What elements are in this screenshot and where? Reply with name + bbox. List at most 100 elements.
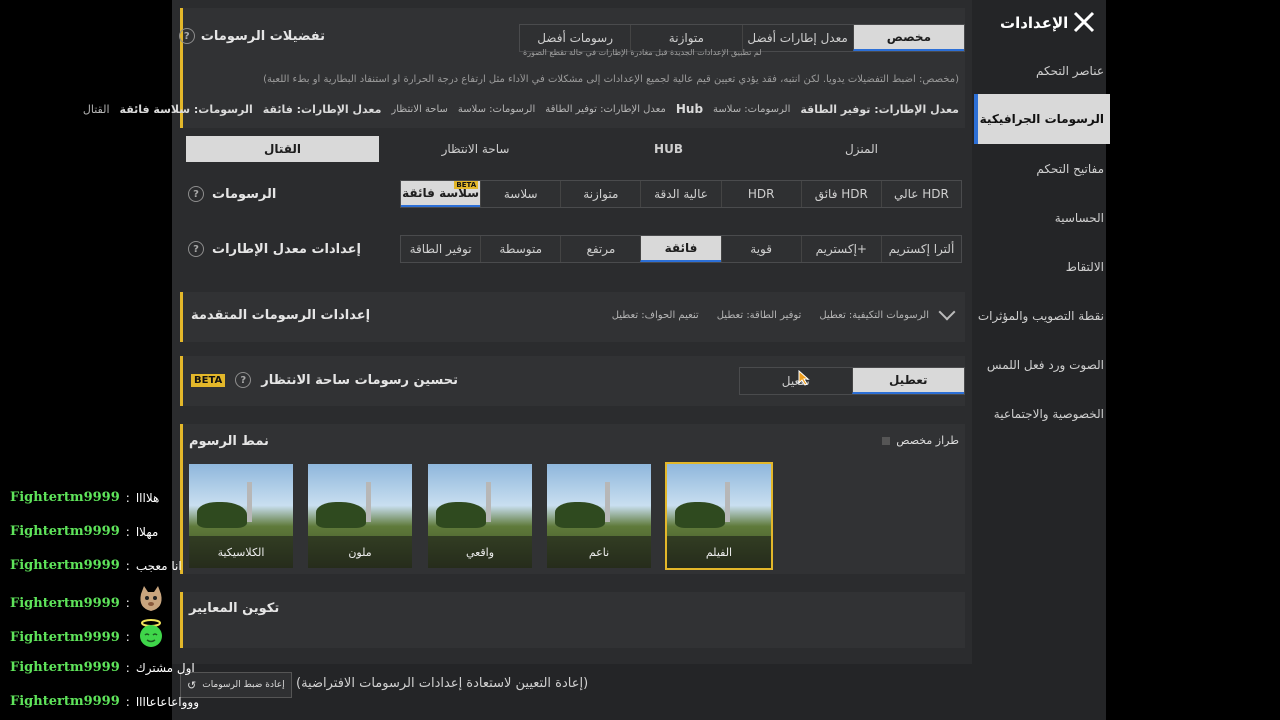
option-hd[interactable]: عالية الدقة <box>640 181 720 207</box>
option-ultra-extreme[interactable]: ألترا إكستريم <box>880 236 961 262</box>
title-text: تفضيلات الرسومات <box>200 28 325 44</box>
style-colorful[interactable]: ملون <box>308 464 412 568</box>
style-caption: ملون <box>308 536 412 568</box>
graphics-style-label: نمط الرسوم <box>189 434 269 449</box>
chat-text: ووواعاعاعاااا <box>135 694 199 709</box>
option-super[interactable]: فائقة <box>640 236 721 262</box>
lobby-enhance-label: BETA ? تحسين رسومات ساحة الانتظار <box>191 372 458 388</box>
preset-summary: معدل الإطارات: توفير الطاقة الرسومات: سل… <box>83 102 959 116</box>
tree-shape <box>197 502 247 528</box>
close-icon[interactable] <box>1072 10 1096 34</box>
style-soft[interactable]: ناعم <box>547 464 651 568</box>
footer-bar: ↺ إعادة ضبط الرسومات (إعادة التعيين لاست… <box>172 664 972 720</box>
option-hdr[interactable]: HDR <box>720 181 801 207</box>
option-medium[interactable]: متوسطة <box>480 236 560 262</box>
option-power-saving[interactable]: توفير الطاقة <box>401 236 480 262</box>
option-enable[interactable]: تفعيل <box>740 368 852 394</box>
option-balanced[interactable]: متوازنة <box>560 181 640 207</box>
chat-message: Fightertm9999: <box>10 619 166 648</box>
reset-icon: ↺ <box>187 678 197 692</box>
lobby-enhance-options: تعطيل تفعيل <box>739 367 965 395</box>
graphics-style-card: نمط الرسوم طراز مخصص الفيلم ناعم واقعي م… <box>180 424 965 574</box>
summary-lobby-fps: معدل الإطارات: فائقة <box>262 102 382 116</box>
reset-hint: (إعادة التعيين لاستعادة إعدادات الرسومات… <box>296 676 589 691</box>
option-smooth[interactable]: سلاسة <box>480 181 560 207</box>
option-hdr-high[interactable]: عالي HDR <box>880 181 961 207</box>
summary-hub-gfx: الرسومات: سلاسة <box>457 103 536 115</box>
chat-username: Fightertm9999 <box>10 694 120 709</box>
chat-message: Fightertm9999: هلاااا <box>10 490 159 505</box>
option-disable[interactable]: تعطيل <box>851 368 964 394</box>
tab-custom[interactable]: مخصص <box>852 25 964 51</box>
reset-button-label: إعادة ضبط الرسومات <box>202 680 285 690</box>
tab-lobby[interactable]: ساحة الانتظار <box>379 136 572 162</box>
chat-message: Fightertm9999: انا معجب <box>10 558 182 573</box>
fps-label-text: إعدادات معدل الإطارات <box>212 241 361 257</box>
chat-separator: : <box>125 630 130 644</box>
custom-style-label: طراز مخصص <box>896 434 959 447</box>
sidebar-item-control-keys[interactable]: مفاتيح التحكم <box>1036 162 1104 176</box>
graphics-settings-panel: تفضيلات الرسومات ? مخصص معدل إطارات أفضل… <box>83 0 972 720</box>
advanced-aa: تنعيم الحواف: تعطيل <box>611 310 699 321</box>
option-extreme-plus[interactable]: إكستريم+ <box>800 236 881 262</box>
summary-combat-gfx: الرسومات: سلاسة <box>713 103 791 115</box>
chat-username: Fightertm9999 <box>10 490 120 505</box>
advanced-summary: الرسومات التكيفية: تعطيل توفير الطاقة: ت… <box>612 310 929 321</box>
graphics-quality-label: ? الرسومات <box>188 186 276 202</box>
chat-username: Fightertm9999 <box>10 660 120 675</box>
style-classic[interactable]: الكلاسيكية <box>189 464 293 568</box>
chat-text: هلاااا <box>135 490 160 505</box>
sidebar-item-pickup[interactable]: الالتقاط <box>1066 260 1104 274</box>
mode-tabs: المنزل HUB ساحة الانتظار القتال <box>186 136 958 162</box>
style-caption: الكلاسيكية <box>189 536 293 568</box>
advanced-adaptive: الرسومات التكيفية: تعطيل <box>819 310 929 321</box>
chat-username: Fightertm9999 <box>10 524 120 539</box>
sidebar-item-graphics[interactable]: الرسومات الجرافيكية <box>980 112 1104 126</box>
chevron-down-icon[interactable] <box>938 303 956 321</box>
chat-message: Fightertm9999: <box>10 586 166 614</box>
settings-title: الإعدادات <box>1000 14 1069 32</box>
chat-message: Fightertm9999: مهلاا <box>10 524 158 539</box>
graphics-preferences-title: تفضيلات الرسومات ? <box>178 28 325 44</box>
help-icon[interactable]: ? <box>188 241 204 257</box>
help-icon[interactable]: ? <box>178 28 195 44</box>
sidebar-item-audio[interactable]: الصوت ورد فعل اللمس <box>987 358 1104 372</box>
cat-emote-icon <box>136 584 166 614</box>
tower-shape <box>486 482 491 522</box>
mouse-cursor-icon <box>798 369 810 390</box>
sidebar-item-controls[interactable]: عناصر التحكم <box>1036 64 1104 78</box>
custom-style-toggle[interactable]: طراز مخصص <box>882 434 959 447</box>
chat-separator: : <box>125 490 130 505</box>
option-strong[interactable]: قوية <box>720 236 801 262</box>
green-face-emote-icon <box>136 618 166 648</box>
settings-sidebar: الإعدادات عناصر التحكم الرسومات الجرافيك… <box>972 0 1110 720</box>
advanced-graphics-card[interactable]: إعدادات الرسومات المتقدمة الرسومات التكي… <box>180 292 965 342</box>
tree-shape <box>436 502 486 528</box>
tab-hub[interactable]: HUB <box>572 136 765 162</box>
tower-shape <box>725 482 730 522</box>
option-hdr-ultra[interactable]: فائق HDR <box>800 181 881 207</box>
option-high[interactable]: مرتفع <box>560 236 640 262</box>
chat-text: انا معجب <box>135 558 182 573</box>
help-icon[interactable]: ? <box>188 186 204 202</box>
calibration-label: تكوين المعايير <box>189 601 280 616</box>
preset-description: (مخصص: اضبط التفضيلات يدوياً. لكن انتبه،… <box>263 74 959 85</box>
summary-hub-fps: معدل الإطارات: توفير الطاقة <box>545 103 666 115</box>
style-film[interactable]: الفيلم <box>665 462 773 570</box>
summary-hub: Hub <box>675 102 704 116</box>
chat-username: Fightertm9999 <box>10 629 120 645</box>
help-icon[interactable]: ? <box>235 372 252 388</box>
tab-combat[interactable]: القتال <box>186 136 379 162</box>
checkbox-icon[interactable] <box>882 436 891 445</box>
sidebar-item-crosshair[interactable]: نقطة التصويب والمؤثرات <box>978 309 1104 323</box>
calibration-card: تكوين المعايير <box>180 592 965 648</box>
tree-shape <box>675 502 725 528</box>
chat-separator: : <box>125 596 130 610</box>
style-realistic[interactable]: واقعي <box>428 464 532 568</box>
tab-home[interactable]: المنزل <box>765 136 958 162</box>
sidebar-item-privacy[interactable]: الخصوصية والاجتماعية <box>994 407 1104 421</box>
sidebar-item-sensitivity[interactable]: الحساسية <box>1055 211 1104 225</box>
chat-separator: : <box>125 524 130 539</box>
chat-message: Fightertm9999: ووواعاعاعاااا <box>10 694 199 709</box>
option-ultra-smooth[interactable]: سلاسة فائقة BETA <box>401 181 481 207</box>
